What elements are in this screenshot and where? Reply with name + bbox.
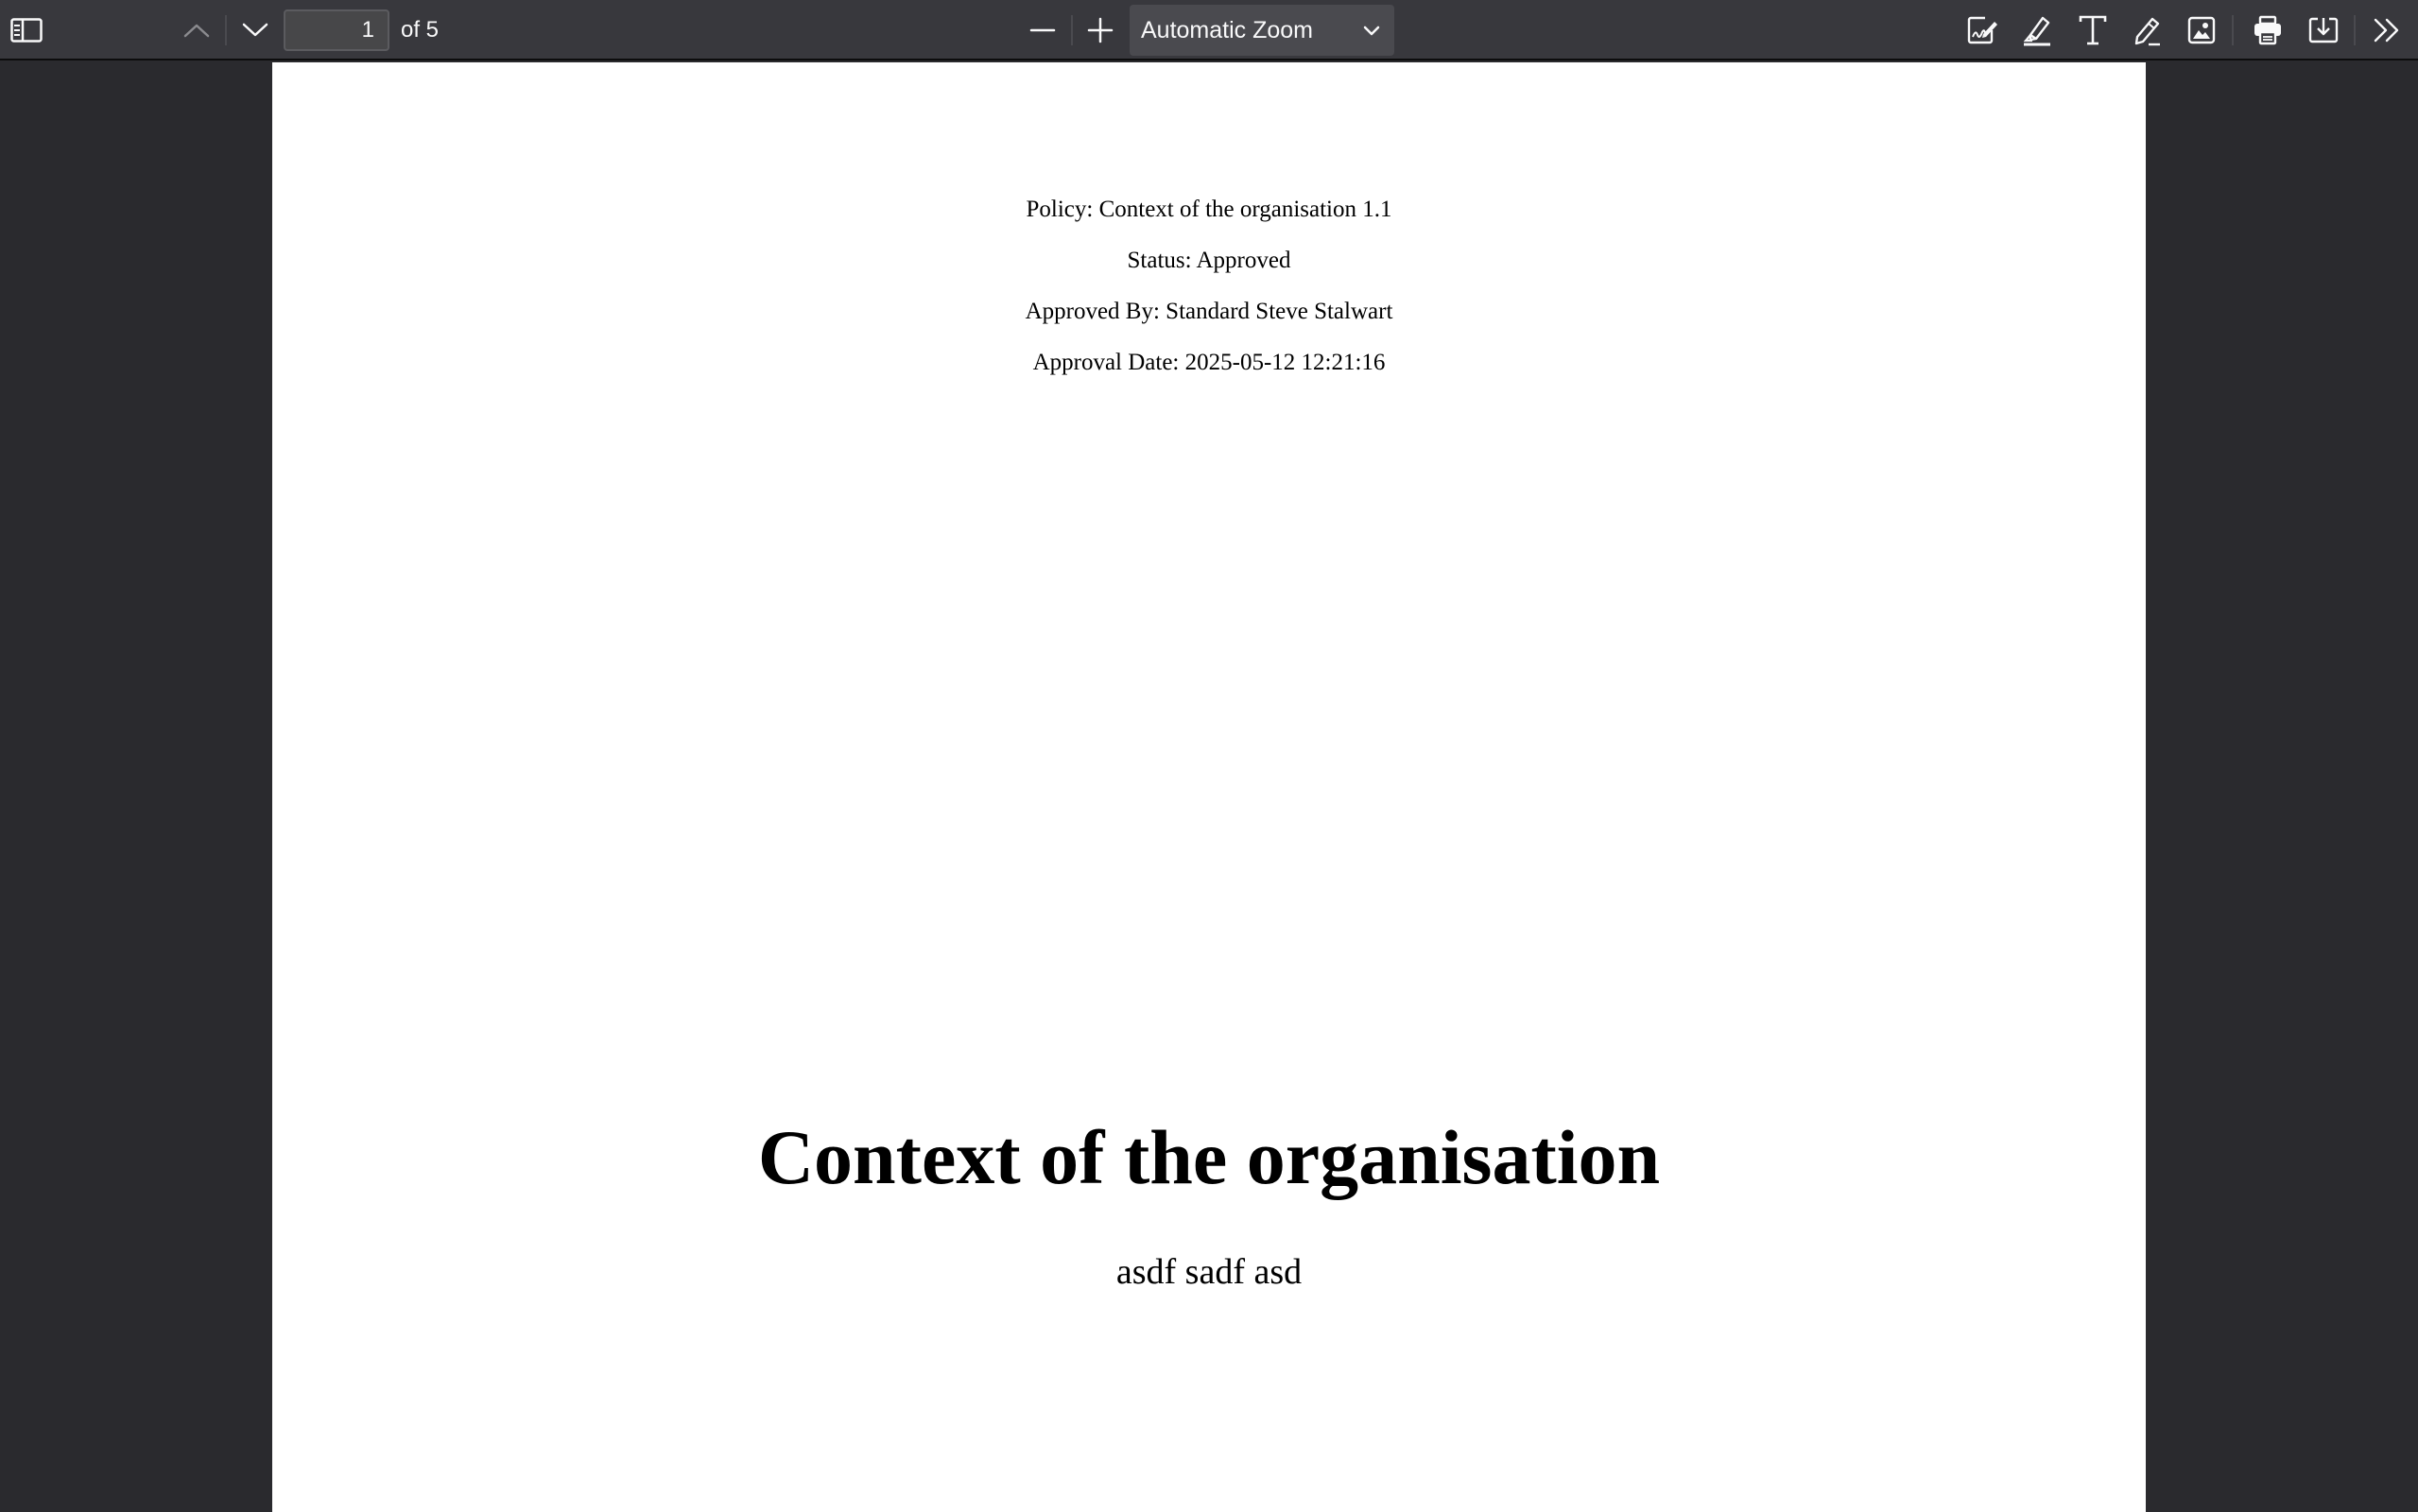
next-page-button[interactable] [234,9,276,51]
zoom-out-button[interactable] [1022,9,1063,51]
status-line: Status: Approved [1127,248,1291,273]
sidebar-toggle-button[interactable] [6,9,47,51]
tools-menu-button[interactable] [2366,9,2408,51]
printer-icon [2253,15,2283,45]
highlighter-icon [2022,14,2052,46]
toolbar-separator [225,15,227,45]
text-icon [2079,15,2107,45]
document-title: Context of the organisation [757,1114,1661,1200]
page-number-input[interactable] [284,9,389,51]
chevron-down-icon [242,23,268,38]
toolbar-separator [2354,15,2356,45]
zoom-in-button[interactable] [1079,9,1121,51]
double-chevron-right-icon [2373,17,2401,43]
chevron-down-icon [1360,19,1383,46]
pdf-page: Policy: Context of the organisation 1.1 … [272,62,2146,1512]
image-icon [2187,16,2216,44]
policy-line: Policy: Context of the organisation 1.1 [1026,197,1392,222]
toolbar-separator [2232,15,2234,45]
print-button[interactable] [2247,9,2288,51]
toolbar-separator [1071,15,1073,45]
add-image-button[interactable] [2181,9,2222,51]
page-count-label: of 5 [401,17,440,43]
zoom-select[interactable]: Automatic Zoom [1130,5,1394,56]
plus-icon [1087,17,1114,43]
signature-button[interactable] [1961,9,2003,51]
draw-button[interactable] [2126,9,2168,51]
sidebar-toggle-icon [10,18,43,43]
minus-icon [1029,17,1056,43]
signature-icon [1966,15,1998,45]
approval-date-line: Approval Date: 2025-05-12 12:21:16 [1032,350,1386,375]
approved-by-line: Approved By: Standard Steve Stalwart [1025,299,1393,324]
download-icon [2308,16,2339,44]
add-text-button[interactable] [2072,9,2114,51]
save-button[interactable] [2303,9,2344,51]
pen-icon [2132,14,2162,46]
document-viewer[interactable]: Policy: Context of the organisation 1.1 … [0,60,2418,1512]
document-body-text: asdf sadf asd [1115,1252,1303,1292]
zoom-select-value: Automatic Zoom [1141,17,1314,43]
previous-page-button[interactable] [176,9,217,51]
chevron-up-icon [183,23,210,38]
pdf-toolbar: of 5 Automatic Zoom [0,0,2418,60]
highlight-button[interactable] [2016,9,2058,51]
